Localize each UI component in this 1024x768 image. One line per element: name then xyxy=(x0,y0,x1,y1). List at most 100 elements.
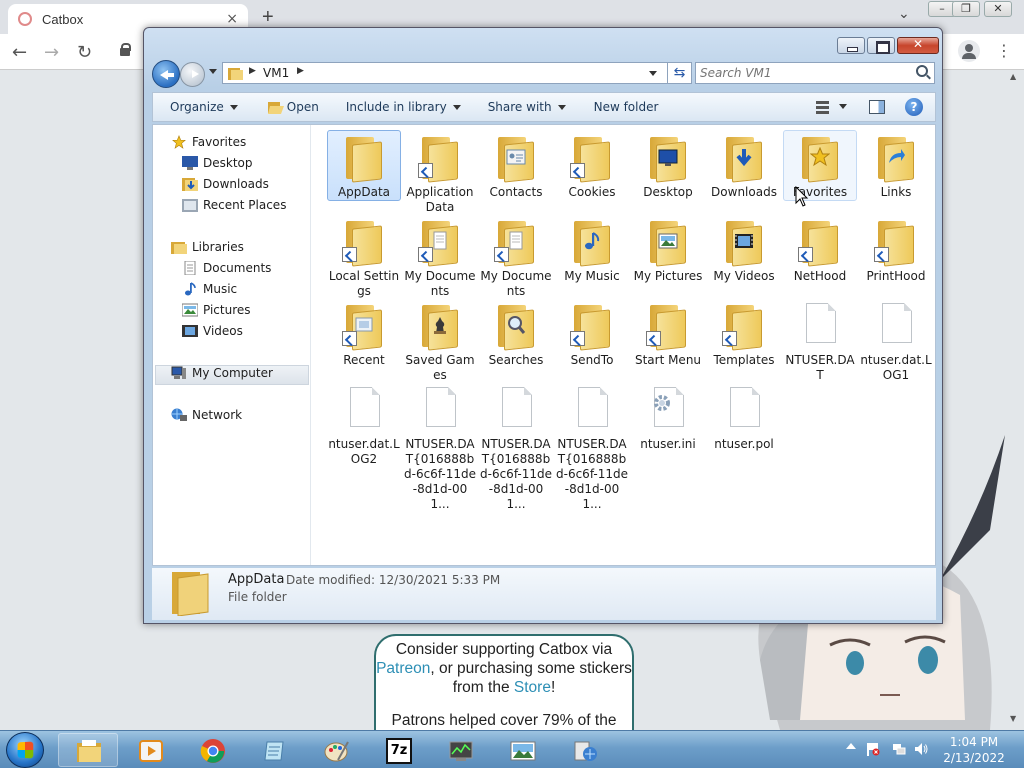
flag-alert-icon[interactable] xyxy=(866,742,880,756)
file-item-ntuser-dat-log2[interactable]: ntuser.dat.LOG2 xyxy=(327,382,401,468)
view-dropdown-icon[interactable] xyxy=(839,104,847,109)
nav-network[interactable]: Network xyxy=(171,408,242,422)
search-input[interactable] xyxy=(700,65,910,81)
taskbar-notepad[interactable] xyxy=(244,733,304,767)
taskbar-photo-viewer[interactable] xyxy=(492,733,552,767)
back-button[interactable] xyxy=(152,60,180,88)
forward-button[interactable] xyxy=(180,62,205,87)
organize-button[interactable]: Organize xyxy=(170,100,238,114)
taskbar-7zip[interactable]: 7z xyxy=(368,733,428,767)
file-item-ntuser-dat-log1[interactable]: ntuser.dat.LOG1 xyxy=(859,298,933,384)
taskbar-explorer[interactable] xyxy=(58,733,118,767)
volume-icon[interactable] xyxy=(914,742,928,756)
browser-menu-icon[interactable]: ⋮ xyxy=(996,41,1012,60)
address-bar[interactable]: ▶ VM1 ▶ xyxy=(222,62,668,84)
nav-downloads[interactable]: Downloads xyxy=(182,177,269,191)
minimize-button[interactable] xyxy=(837,37,865,54)
file-item-cookies[interactable]: Cookies xyxy=(555,130,629,201)
share-with-button[interactable]: Share with xyxy=(488,100,566,114)
browser-forward-icon[interactable]: → xyxy=(44,42,59,63)
browser-restore-button[interactable]: ❐ xyxy=(952,1,980,17)
file-item-templates[interactable]: Templates xyxy=(707,298,781,369)
file-item-recent[interactable]: Recent xyxy=(327,298,401,369)
file-item-application-data[interactable]: Application Data xyxy=(403,130,477,216)
breadcrumb-separator-icon[interactable]: ▶ xyxy=(297,66,304,76)
start-button[interactable] xyxy=(6,732,44,768)
file-item-sendto[interactable]: SendTo xyxy=(555,298,629,369)
file-item-ntuser-dat-016888bd-6c6f-11de-8d1d-001[interactable]: NTUSER.DAT{016888bd-6c6f-11de-8d1d-001..… xyxy=(479,382,553,513)
file-item-printhood[interactable]: PrintHood xyxy=(859,214,933,285)
taskbar-network-tool[interactable] xyxy=(554,733,614,767)
file-item-ntuser-dat-016888bd-6c6f-11de-8d1d-001[interactable]: NTUSER.DAT{016888bd-6c6f-11de-8d1d-001..… xyxy=(555,382,629,513)
file-item-my-documents[interactable]: My Documents xyxy=(479,214,553,300)
close-button[interactable] xyxy=(897,37,939,54)
file-item-contacts[interactable]: Contacts xyxy=(479,130,553,201)
file-item-my-music[interactable]: My Music xyxy=(555,214,629,285)
include-in-library-button[interactable]: Include in library xyxy=(346,100,461,114)
profile-avatar-icon[interactable] xyxy=(958,40,980,62)
breadcrumb-vm1[interactable]: VM1 xyxy=(263,66,289,80)
nav-videos[interactable]: Videos xyxy=(182,324,243,338)
browser-back-icon[interactable]: ← xyxy=(12,42,27,63)
address-dropdown-icon[interactable] xyxy=(649,71,657,76)
file-item-ntuser-pol[interactable]: ntuser.pol xyxy=(707,382,781,453)
nav-desktop[interactable]: Desktop xyxy=(182,156,253,170)
lock-icon[interactable] xyxy=(120,43,131,56)
preview-pane-icon[interactable] xyxy=(869,100,885,114)
taskbar-task-manager[interactable] xyxy=(430,733,490,767)
breadcrumb-separator-icon[interactable]: ▶ xyxy=(249,66,256,76)
system-clock[interactable]: 1:04 PM 2/13/2022 xyxy=(932,734,1016,766)
new-folder-button[interactable]: New folder xyxy=(594,100,659,114)
maximize-button[interactable] xyxy=(867,37,895,54)
file-item-downloads[interactable]: Downloads xyxy=(707,130,781,201)
folder-icon xyxy=(796,217,844,267)
file-item-label: ntuser.dat.LOG1 xyxy=(860,353,932,382)
taskbar-chrome[interactable] xyxy=(182,733,242,767)
file-item-my-videos[interactable]: My Videos xyxy=(707,214,781,285)
details-name: AppData xyxy=(228,572,285,587)
change-view-icon[interactable] xyxy=(816,101,829,114)
taskbar-media-player[interactable] xyxy=(120,733,180,767)
nav-favorites[interactable]: Favorites xyxy=(171,135,246,149)
file-item-desktop[interactable]: Desktop xyxy=(631,130,705,201)
recent-pages-dropdown-icon[interactable] xyxy=(209,69,217,74)
file-item-my-pictures[interactable]: My Pictures xyxy=(631,214,705,285)
nav-favorites-label: Favorites xyxy=(192,135,247,149)
browser-close-button[interactable]: ✕ xyxy=(984,1,1012,17)
nav-recent-places[interactable]: Recent Places xyxy=(182,198,286,212)
network-status-icon[interactable] xyxy=(892,742,906,756)
nav-libraries[interactable]: Libraries xyxy=(171,240,244,254)
nav-my-computer[interactable]: My Computer xyxy=(171,366,273,380)
scrollbar-up-arrow-icon[interactable]: ▲ xyxy=(1010,72,1016,81)
show-hidden-icons-icon[interactable] xyxy=(846,743,856,749)
file-item-ntuser-dat[interactable]: NTUSER.DAT xyxy=(783,298,857,384)
nav-pictures[interactable]: Pictures xyxy=(182,303,251,317)
file-item-saved-games[interactable]: Saved Games xyxy=(403,298,477,384)
tab-close-icon[interactable]: × xyxy=(226,11,238,27)
tab-search-chevron-icon[interactable]: ⌄ xyxy=(898,6,910,22)
new-tab-button[interactable]: + xyxy=(262,6,274,29)
search-icon[interactable] xyxy=(916,65,928,77)
file-item-my-documents[interactable]: My Documents xyxy=(403,214,477,300)
store-link[interactable]: Store xyxy=(514,679,551,696)
file-item-appdata[interactable]: AppData xyxy=(327,130,401,201)
nav-music-label: Music xyxy=(203,282,238,296)
file-item-nethood[interactable]: NetHood xyxy=(783,214,857,285)
file-item-ntuser-ini[interactable]: ntuser.ini xyxy=(631,382,705,453)
file-item-searches[interactable]: Searches xyxy=(479,298,553,369)
help-icon[interactable]: ? xyxy=(905,98,923,116)
file-item-local-settings[interactable]: Local Settings xyxy=(327,214,401,300)
nav-documents[interactable]: Documents xyxy=(182,261,271,275)
open-button[interactable]: Open xyxy=(267,100,319,114)
file-item-start-menu[interactable]: Start Menu xyxy=(631,298,705,369)
file-item-label: Cookies xyxy=(568,185,616,199)
file-item-links[interactable]: Links xyxy=(859,130,933,201)
refresh-button[interactable]: ⇆ xyxy=(668,62,692,84)
patreon-link[interactable]: Patreon xyxy=(376,660,430,677)
search-box[interactable] xyxy=(695,62,935,84)
nav-music[interactable]: Music xyxy=(182,282,237,296)
file-item-ntuser-dat-016888bd-6c6f-11de-8d1d-001[interactable]: NTUSER.DAT{016888bd-6c6f-11de-8d1d-001..… xyxy=(403,382,477,513)
browser-reload-icon[interactable]: ↻ xyxy=(77,42,92,63)
taskbar-paint[interactable] xyxy=(306,733,366,767)
downloads-icon xyxy=(182,178,198,191)
